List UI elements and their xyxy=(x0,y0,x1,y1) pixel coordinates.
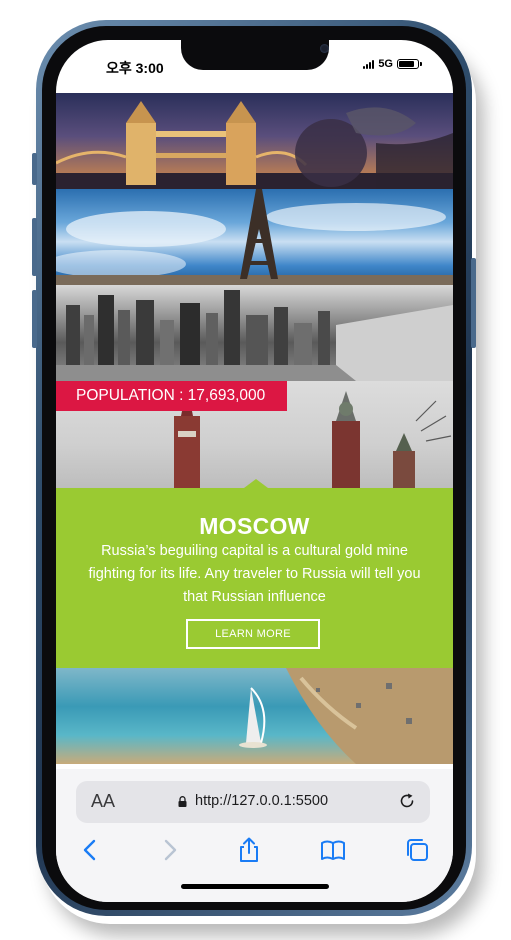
notch xyxy=(181,40,329,70)
battery-icon xyxy=(397,59,422,69)
city-description: Russia’s beguiling capital is a cultural… xyxy=(88,543,421,605)
safari-bottom-bar: AA http://127.0.0.1:5500 xyxy=(56,769,453,902)
back-icon[interactable] xyxy=(78,837,104,863)
front-camera-icon xyxy=(320,44,329,53)
action-button xyxy=(32,153,37,185)
tabs-icon[interactable] xyxy=(404,837,430,863)
power-button xyxy=(471,258,476,348)
reload-icon[interactable] xyxy=(398,792,416,810)
paris-photo[interactable] xyxy=(56,189,453,285)
learn-more-button[interactable]: LEARN MORE xyxy=(186,619,320,649)
text-size-button[interactable]: AA xyxy=(91,791,115,812)
city-title: MOSCOW xyxy=(199,513,310,539)
signal-icon xyxy=(363,59,375,69)
card-pointer xyxy=(244,479,268,488)
city-info-card: MOSCOW Russia’s beguiling capital is a c… xyxy=(56,479,453,668)
bookmarks-icon[interactable] xyxy=(320,837,346,863)
url-field[interactable]: AA http://127.0.0.1:5500 xyxy=(76,781,430,823)
tower-bridge-illustration xyxy=(56,101,453,189)
status-indicators: 5G xyxy=(363,58,422,70)
volume-up-button xyxy=(32,218,37,276)
london-photo[interactable] xyxy=(56,93,453,189)
page-content: POPULATION : 17,693,000 MOSCOW Russia’s … xyxy=(56,93,453,764)
network-label: 5G xyxy=(378,58,393,70)
safari-toolbar xyxy=(56,833,453,869)
phone-screen: 오후 3:00 5G POPULATION: 17,693,000 MOSCO… xyxy=(56,40,453,902)
forward-icon[interactable] xyxy=(156,837,182,863)
dubai-photo[interactable] xyxy=(56,668,453,764)
lock-icon xyxy=(178,796,187,807)
new-york-photo[interactable] xyxy=(56,285,453,381)
population-badge: POPULATION : 17,693,000 xyxy=(56,381,288,411)
text-size-label: AA xyxy=(91,791,116,811)
url-text[interactable]: http://127.0.0.1:5500 xyxy=(195,793,328,809)
share-icon[interactable] xyxy=(236,837,262,863)
status-time: 오후 3:00 xyxy=(106,60,164,76)
eiffel-tower-illustration xyxy=(56,189,453,285)
manhattan-skyline-illustration xyxy=(56,290,453,381)
home-indicator[interactable] xyxy=(181,884,329,889)
dubai-coast-illustration xyxy=(239,668,453,764)
volume-down-button xyxy=(32,290,37,348)
moscow-photo[interactable]: POPULATION : 17,693,000 xyxy=(56,381,453,488)
